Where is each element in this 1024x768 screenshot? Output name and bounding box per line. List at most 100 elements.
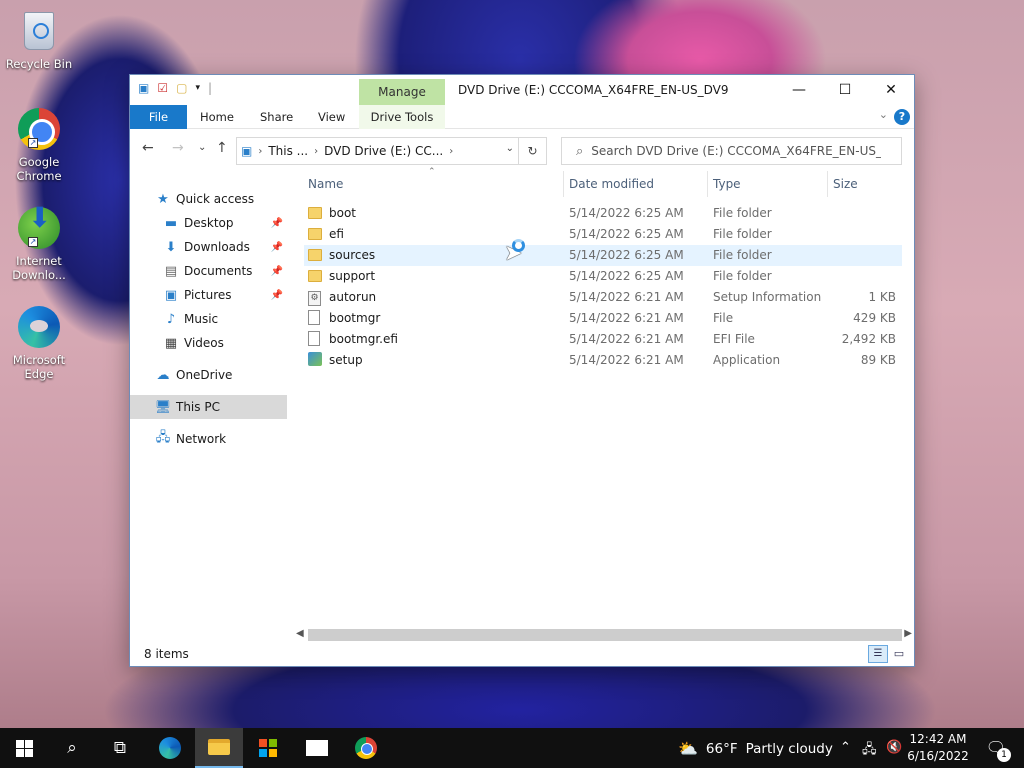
file-icon	[308, 331, 320, 346]
breadcrumb-dvd-drive[interactable]: DVD Drive (E:) CC...	[324, 144, 443, 158]
taskbar-file-explorer[interactable]	[195, 728, 243, 768]
forward-button[interactable]: →	[172, 140, 184, 156]
column-header-date-modified[interactable]: Date modified	[569, 177, 654, 191]
show-hidden-icons-button[interactable]: ⌃	[840, 740, 851, 755]
task-view-button[interactable]: ⧉	[96, 728, 144, 768]
nav-item-music[interactable]: ♪ Music	[130, 307, 287, 331]
taskbar-edge[interactable]	[146, 728, 194, 768]
recycle-bin-icon	[16, 8, 62, 54]
column-divider[interactable]	[563, 171, 564, 197]
desktop-icon-internet-download-manager[interactable]: ↗ Internet Downlo...	[4, 205, 74, 282]
breadcrumb-this-pc[interactable]: This ...	[268, 144, 308, 158]
nav-item-videos[interactable]: ▦ Videos	[130, 331, 287, 355]
windows-logo-icon	[15, 739, 33, 757]
tab-share[interactable]: Share	[260, 105, 293, 129]
horizontal-scrollbar[interactable]: ◀ ▶	[296, 627, 916, 643]
large-icons-view-button[interactable]: ▭	[890, 645, 908, 663]
nav-item-documents[interactable]: ▤ Documents 📌	[130, 259, 287, 283]
nav-item-onedrive[interactable]: ☁ OneDrive	[130, 363, 287, 387]
file-row-autorun[interactable]: ⚙ autorun 5/14/2022 6:21 AM Setup Inform…	[304, 287, 902, 308]
chevron-down-icon[interactable]: ⌄	[879, 108, 888, 121]
tab-view[interactable]: View	[318, 105, 345, 129]
nav-item-label: OneDrive	[176, 368, 233, 382]
volume-muted-icon[interactable]: 🔇	[886, 740, 902, 755]
network-icon[interactable]: 🖧	[862, 740, 877, 762]
nav-item-quick-access[interactable]: ★ Quick access	[130, 187, 287, 211]
status-bar: 8 items ☰ ▭	[130, 642, 914, 666]
file-row-boot[interactable]: boot 5/14/2022 6:25 AM File folder	[304, 203, 902, 224]
scroll-left-icon[interactable]: ◀	[296, 628, 304, 639]
breadcrumb-separator[interactable]: ›	[314, 146, 318, 157]
nav-item-downloads[interactable]: ⬇ Downloads 📌	[130, 235, 287, 259]
chrome-icon: ↗	[16, 106, 62, 152]
scrollbar-thumb[interactable]	[308, 629, 902, 641]
taskbar-chrome[interactable]	[342, 728, 390, 768]
file-type: Setup Information	[713, 290, 822, 304]
file-row-setup[interactable]: setup 5/14/2022 6:21 AM Application 89 K…	[304, 350, 902, 371]
help-button[interactable]: ?	[894, 109, 910, 125]
taskbar-microsoft-store[interactable]	[244, 728, 292, 768]
drive-icon: ▣	[241, 144, 253, 158]
back-button[interactable]: ←	[142, 140, 154, 156]
file-row-support[interactable]: support 5/14/2022 6:25 AM File folder	[304, 266, 902, 287]
column-divider[interactable]	[827, 171, 828, 197]
search-button[interactable]: ⌕	[48, 728, 96, 768]
file-row-bootmgr[interactable]: bootmgr 5/14/2022 6:21 AM File 429 KB	[304, 308, 902, 329]
file-type: Application	[713, 353, 781, 367]
desktop-icon: ▬	[164, 215, 178, 231]
cloud-icon: ☁	[156, 367, 170, 383]
nav-item-network[interactable]: 🖧 Network	[130, 427, 287, 451]
address-bar[interactable]: ▣ › This ... › DVD Drive (E:) CC... › ⌄ …	[236, 137, 547, 165]
column-header-size[interactable]: Size	[833, 177, 858, 191]
tab-file[interactable]: File	[130, 105, 187, 129]
weather-widget[interactable]: ⛅ 66°F Partly cloudy	[678, 739, 833, 758]
store-icon	[259, 739, 277, 757]
nav-item-label: Music	[184, 312, 219, 326]
file-row-sources[interactable]: sources 5/14/2022 6:25 AM File folder	[304, 245, 902, 266]
start-button[interactable]	[0, 728, 48, 768]
search-box[interactable]: ⌕	[561, 137, 902, 165]
new-folder-icon[interactable]: ▢	[176, 81, 187, 95]
scroll-right-icon[interactable]: ▶	[904, 628, 912, 639]
properties-icon[interactable]: ☑	[157, 81, 168, 95]
refresh-button[interactable]: ↻	[518, 138, 546, 164]
network-icon: 🖧	[155, 430, 171, 445]
maximize-button[interactable]: ☐	[822, 75, 868, 105]
pin-icon: 📌	[270, 217, 283, 229]
tab-home[interactable]: Home	[200, 105, 234, 129]
nav-item-label: Network	[176, 432, 227, 446]
recent-locations-button[interactable]: ⌄	[198, 142, 206, 153]
computer-icon: 🖥	[154, 399, 172, 415]
file-name: bootmgr.efi	[329, 332, 398, 346]
desktop-icon-google-chrome[interactable]: ↗ Google Chrome	[4, 106, 74, 183]
tab-drive-tools[interactable]: Drive Tools	[359, 105, 445, 129]
system-clock[interactable]: 12:42 AM 6/16/2022	[906, 731, 970, 765]
desktop-icon-recycle-bin[interactable]: Recycle Bin	[4, 8, 74, 71]
star-icon: ★	[157, 191, 169, 207]
column-divider[interactable]	[707, 171, 708, 197]
minimize-button[interactable]: —	[776, 75, 822, 105]
close-button[interactable]: ✕	[868, 75, 914, 105]
search-input[interactable]	[591, 144, 882, 158]
breadcrumb-separator[interactable]: ›	[449, 146, 453, 157]
title-bar[interactable]: ▣ ☑ ▢ ▾ | Manage DVD Drive (E:) CCCOMA_X…	[130, 75, 914, 105]
up-button[interactable]: ↑	[216, 140, 228, 156]
details-view-button[interactable]: ☰	[868, 645, 888, 663]
nav-item-pictures[interactable]: ▣ Pictures 📌	[130, 283, 287, 307]
nav-item-label: Downloads	[184, 240, 250, 254]
taskbar-mail[interactable]	[293, 728, 341, 768]
desktop-icon-label: Microsoft Edge	[12, 353, 66, 381]
chevron-down-icon[interactable]: ⌄	[506, 143, 514, 154]
file-row-bootmgr-efi[interactable]: bootmgr.efi 5/14/2022 6:21 AM EFI File 2…	[304, 329, 902, 350]
nav-item-this-pc[interactable]: 🖥 This PC	[130, 395, 287, 419]
desktop-icon-microsoft-edge[interactable]: Microsoft Edge	[4, 304, 74, 381]
column-header-name[interactable]: Name	[308, 177, 343, 191]
navigation-bar: ← → ⌄ ↑ ▣ › This ... › DVD Drive (E:) CC…	[130, 129, 914, 167]
chevron-down-icon[interactable]: ▾	[195, 83, 200, 93]
file-row-efi[interactable]: efi 5/14/2022 6:25 AM File folder	[304, 224, 902, 245]
nav-item-desktop[interactable]: ▬ Desktop 📌	[130, 211, 287, 235]
desktop-icon-label: Internet Downlo...	[12, 254, 66, 282]
navigation-pane: ★ Quick access ▬ Desktop 📌 ⬇ Downloads 📌…	[130, 167, 287, 645]
column-header-type[interactable]: Type	[713, 177, 741, 191]
file-type: File folder	[713, 227, 772, 241]
